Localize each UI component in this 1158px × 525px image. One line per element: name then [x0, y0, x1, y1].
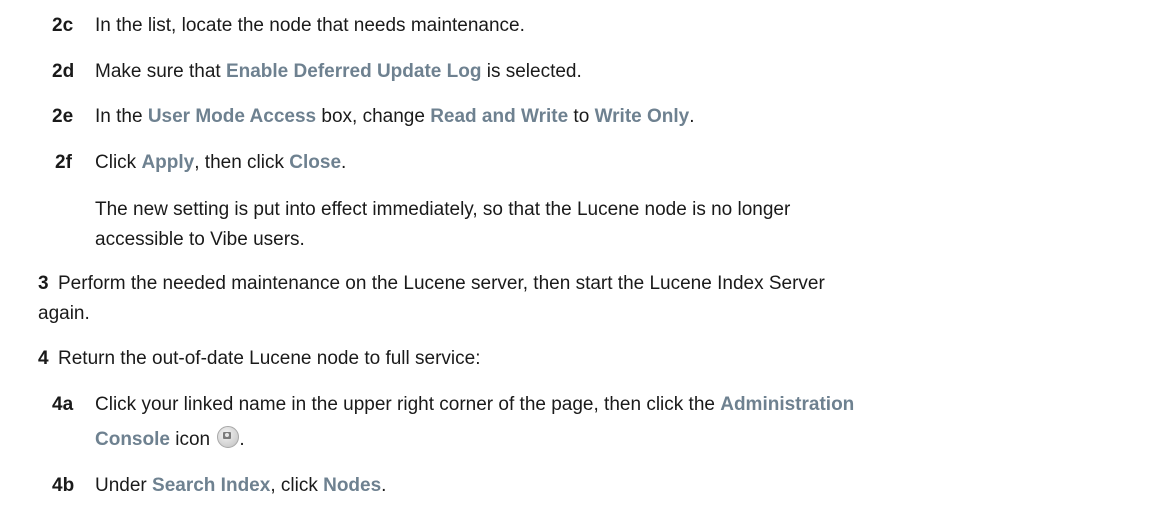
text-run: In the — [95, 106, 148, 127]
ui-term: Console — [95, 429, 170, 450]
ui-term: Search Index — [152, 475, 271, 496]
text-run: Click — [95, 152, 142, 173]
note-line-1: The new setting is put into effect immed… — [95, 199, 791, 220]
ui-term: Nodes — [323, 475, 382, 496]
step-text: In the list, locate the node that needs … — [95, 11, 1138, 41]
text-run: In the list, locate the node that needs … — [95, 15, 525, 36]
text-run: icon — [169, 429, 216, 450]
step-text-cont: Console icon . — [95, 425, 1138, 455]
step-number: 2f — [55, 152, 72, 173]
step-text: In the User Mode Access box, change Read… — [95, 102, 1138, 132]
step-text: Click your linked name in the upper righ… — [95, 390, 1138, 420]
text-run: , click — [270, 475, 324, 496]
ui-term: Administration — [720, 394, 855, 415]
ui-term: Enable Deferred Update Log — [225, 61, 482, 82]
ui-term: Read and Write — [430, 106, 569, 127]
text-run: , then click — [194, 152, 290, 173]
note-line-2: accessible to Vibe users. — [95, 229, 305, 250]
step-number: 4 — [38, 348, 49, 369]
text-run: Click your linked name in the upper righ… — [95, 394, 721, 415]
step-text: Make sure that Enable Deferred Update Lo… — [95, 57, 1138, 87]
text-run: . — [239, 429, 245, 450]
text-run: . — [689, 106, 695, 127]
ui-term: User Mode Access — [147, 106, 317, 127]
text-run: box, change — [316, 106, 431, 127]
text-run: Make sure that — [95, 61, 226, 82]
text-run: is selected. — [481, 61, 582, 82]
step-number: 2c — [52, 15, 74, 36]
step-text: Under Search Index, click Nodes. — [95, 471, 1138, 501]
step-number: 2d — [52, 61, 75, 82]
text-run: to — [568, 106, 595, 127]
step-number: 2e — [52, 106, 74, 127]
step-text: Return the out-of-date Lucene node to fu… — [58, 348, 481, 369]
ui-term: Apply — [141, 152, 195, 173]
step-text: Click Apply, then click Close. — [95, 148, 1138, 178]
document-page: 2c In the list, locate the node that nee… — [0, 0, 1158, 525]
ui-term: Write Only — [594, 106, 690, 127]
step-number: 4a — [52, 394, 74, 415]
ui-term: Close — [289, 152, 342, 173]
step-text: Perform the needed maintenance on the Lu… — [58, 273, 825, 294]
text-run: . — [341, 152, 347, 173]
step-number: 3 — [38, 273, 49, 294]
step-number: 4b — [52, 475, 75, 496]
text-run: . — [381, 475, 387, 496]
text-run: Under — [95, 475, 153, 496]
step-text-cont: again. — [38, 303, 90, 324]
administration-console-icon — [217, 426, 240, 448]
